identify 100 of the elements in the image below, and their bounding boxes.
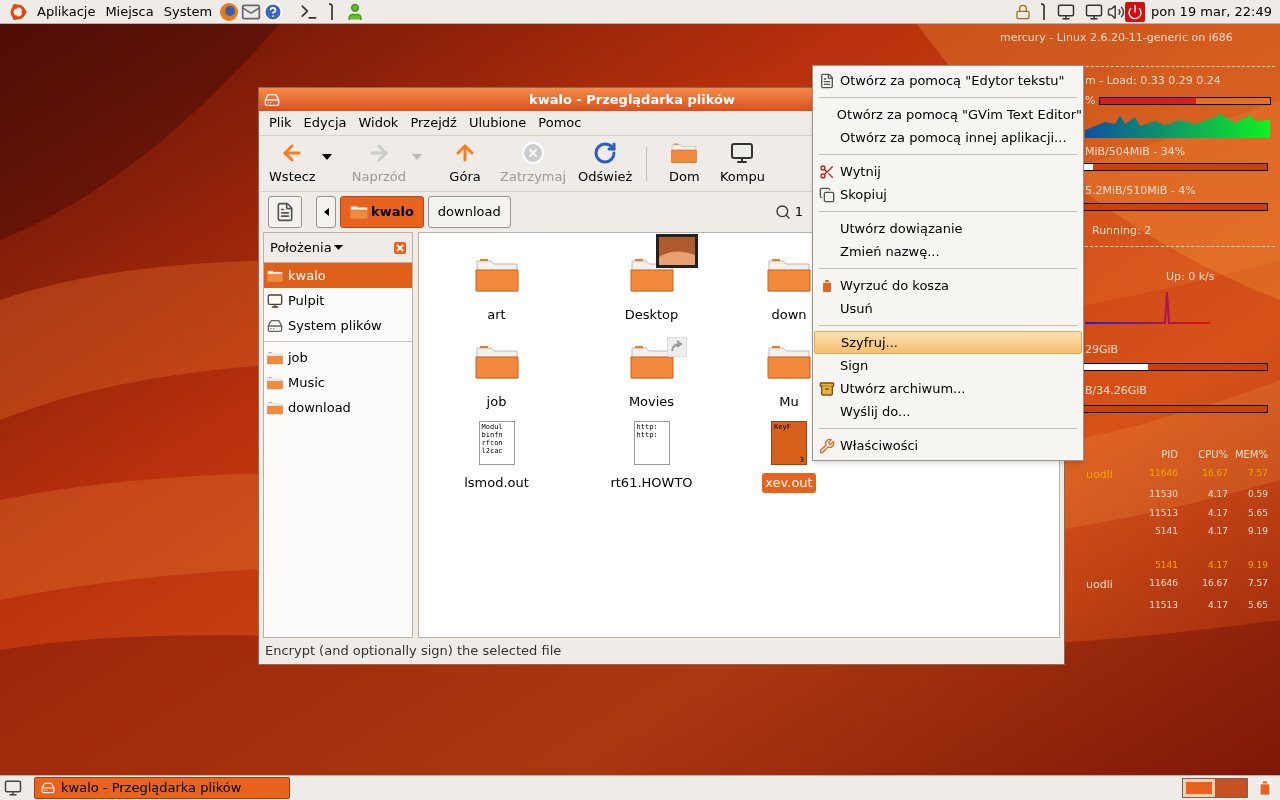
- menu-item[interactable]: Utwórz archiwum...: [814, 377, 1082, 400]
- sidebar-item[interactable]: Pulpit: [264, 288, 412, 313]
- logo-icon[interactable]: [8, 1, 28, 22]
- help-icon[interactable]: [263, 1, 284, 22]
- menu-item[interactable]: Edycja: [297, 113, 353, 133]
- lock-icon[interactable]: [1015, 3, 1032, 20]
- power-icon[interactable]: [1125, 1, 1146, 22]
- menu-item[interactable]: Utwórz dowiązanie: [814, 217, 1082, 240]
- sidebar-item[interactable]: System plików: [264, 313, 412, 338]
- toolbar-button[interactable]: Góra: [436, 140, 495, 187]
- toolbar-button[interactable]: Wstecz: [263, 140, 322, 187]
- folder-icon: [267, 268, 283, 283]
- toolbar-button[interactable]: Kompu: [713, 140, 772, 187]
- sidebar-item[interactable]: job: [264, 345, 412, 370]
- file-name: xev.out: [762, 473, 816, 493]
- column-header: PID: [1160, 447, 1178, 462]
- menu-item[interactable]: Otwórz za pomocą "Edytor tekstu": [814, 69, 1082, 92]
- process-name: uodli: [1086, 577, 1114, 593]
- process-cpu: 16.67: [1201, 466, 1228, 480]
- menu-item[interactable]: Przejdź: [404, 113, 463, 133]
- folder-icon: [474, 343, 519, 380]
- show-desktop-icon[interactable]: [4, 779, 22, 797]
- process-mem: 7.57: [1246, 466, 1268, 480]
- toolbar-button[interactable]: Odśwież: [572, 140, 639, 187]
- file-item[interactable]: Movies: [574, 331, 729, 411]
- zoom-level: 1: [794, 203, 803, 222]
- menu-item[interactable]: Szyfruj...: [814, 331, 1082, 354]
- sidebar-item[interactable]: download: [264, 395, 412, 420]
- process-cpu: 4.17: [1206, 558, 1228, 572]
- window-title: kwalo - Przeglądarka plików: [529, 90, 735, 109]
- column-header: CPU%: [1197, 447, 1228, 462]
- memory-text: MiB/504MiB - 34%: [1085, 143, 1187, 160]
- disk-text: B/34.26GiB: [1085, 383, 1148, 399]
- process-pid: 5141: [1154, 525, 1178, 538]
- archive-icon: [819, 380, 835, 397]
- path-scroll-button[interactable]: [316, 196, 336, 228]
- menu-item[interactable]: Wytnij: [814, 160, 1082, 183]
- edit-location-button[interactable]: [268, 196, 302, 228]
- process-cpu: 16.67: [1201, 577, 1228, 590]
- folder-icon: [350, 204, 368, 220]
- path-button[interactable]: kwalo: [340, 196, 424, 228]
- cpu-label: %: [1085, 93, 1096, 109]
- sidebar-item[interactable]: Music: [264, 370, 412, 395]
- panel-menu[interactable]: Miejsca: [100, 1, 159, 22]
- panel-menu[interactable]: Aplikacje: [32, 1, 101, 22]
- close-icon[interactable]: [394, 241, 406, 254]
- panel-menu[interactable]: System: [158, 1, 218, 22]
- file-name: job: [485, 392, 508, 411]
- menu-item[interactable]: Sign: [814, 354, 1082, 377]
- menu-item[interactable]: Właściwości: [814, 434, 1082, 457]
- network-icon[interactable]: [1057, 2, 1076, 21]
- menu-item[interactable]: Wyślij do...: [814, 400, 1082, 423]
- file-item[interactable]: art: [419, 233, 574, 331]
- menu-item[interactable]: Skopiuj: [814, 183, 1082, 206]
- menu-item[interactable]: Otwórz za pomocą "GVim Text Editor": [814, 103, 1082, 126]
- zoom-icon[interactable]: [774, 204, 791, 220]
- copy-icon: [819, 186, 835, 203]
- window-icon: [264, 91, 280, 108]
- sidebar-title[interactable]: Położenia: [270, 237, 332, 258]
- process-mem: 9.19: [1246, 558, 1268, 572]
- menu-item[interactable]: Pomoc: [532, 113, 588, 133]
- stop-icon: [521, 140, 546, 165]
- process-mem: 9.19: [1246, 525, 1268, 538]
- path-button[interactable]: download: [427, 196, 511, 228]
- upload-text: Up: 0 k/s: [1166, 269, 1216, 285]
- toolbar-button[interactable]: Dom: [655, 140, 714, 187]
- process-pid: 11513: [1148, 598, 1178, 612]
- menu-item[interactable]: Otwórz za pomocą innej aplikacji...: [814, 126, 1082, 149]
- menu-item[interactable]: Ulubione: [462, 113, 533, 133]
- menu-item[interactable]: Zmień nazwę...: [814, 240, 1082, 263]
- trash-icon: [819, 277, 835, 294]
- drive-icon: [267, 317, 283, 334]
- task-button[interactable]: kwalo - Przeglądarka plików: [34, 777, 290, 799]
- clock[interactable]: pon 19 mar, 22:49: [1151, 1, 1272, 22]
- menu-item[interactable]: Widok: [352, 113, 405, 133]
- process-name: uodli: [1086, 466, 1114, 483]
- scissors-icon: [819, 163, 835, 180]
- network-icon[interactable]: [1085, 2, 1104, 21]
- file-name: Movies: [627, 392, 676, 411]
- globe-icon[interactable]: [219, 1, 240, 22]
- menu-item[interactable]: Usuń: [814, 297, 1082, 320]
- sidebar-item[interactable]: kwalo: [264, 263, 412, 288]
- menu-item[interactable]: Plik: [263, 113, 298, 133]
- file-item[interactable]: job: [419, 331, 574, 411]
- properties-icon: [819, 437, 835, 454]
- column-header: MEM%: [1233, 447, 1268, 462]
- dropdown-arrow-icon[interactable]: [333, 245, 343, 250]
- process-cpu: 4.17: [1206, 525, 1228, 538]
- folder-icon: [267, 350, 283, 365]
- trash-icon[interactable]: [1256, 779, 1274, 797]
- file-item[interactable]: Desktop: [574, 233, 729, 331]
- swap-text: 5.2MiB/510MiB - 4%: [1085, 183, 1197, 199]
- menu-item[interactable]: Wyrzuć do kosza: [814, 274, 1082, 297]
- dropdown-arrow-icon[interactable]: [321, 153, 332, 160]
- file-name: rt61.HOWTO: [609, 474, 694, 492]
- desktop-icon: [267, 292, 283, 309]
- process-pid: 11530: [1148, 488, 1178, 501]
- file-name: Mu: [778, 392, 800, 411]
- folder-icon: [267, 400, 283, 415]
- volume-icon[interactable]: [1107, 2, 1126, 21]
